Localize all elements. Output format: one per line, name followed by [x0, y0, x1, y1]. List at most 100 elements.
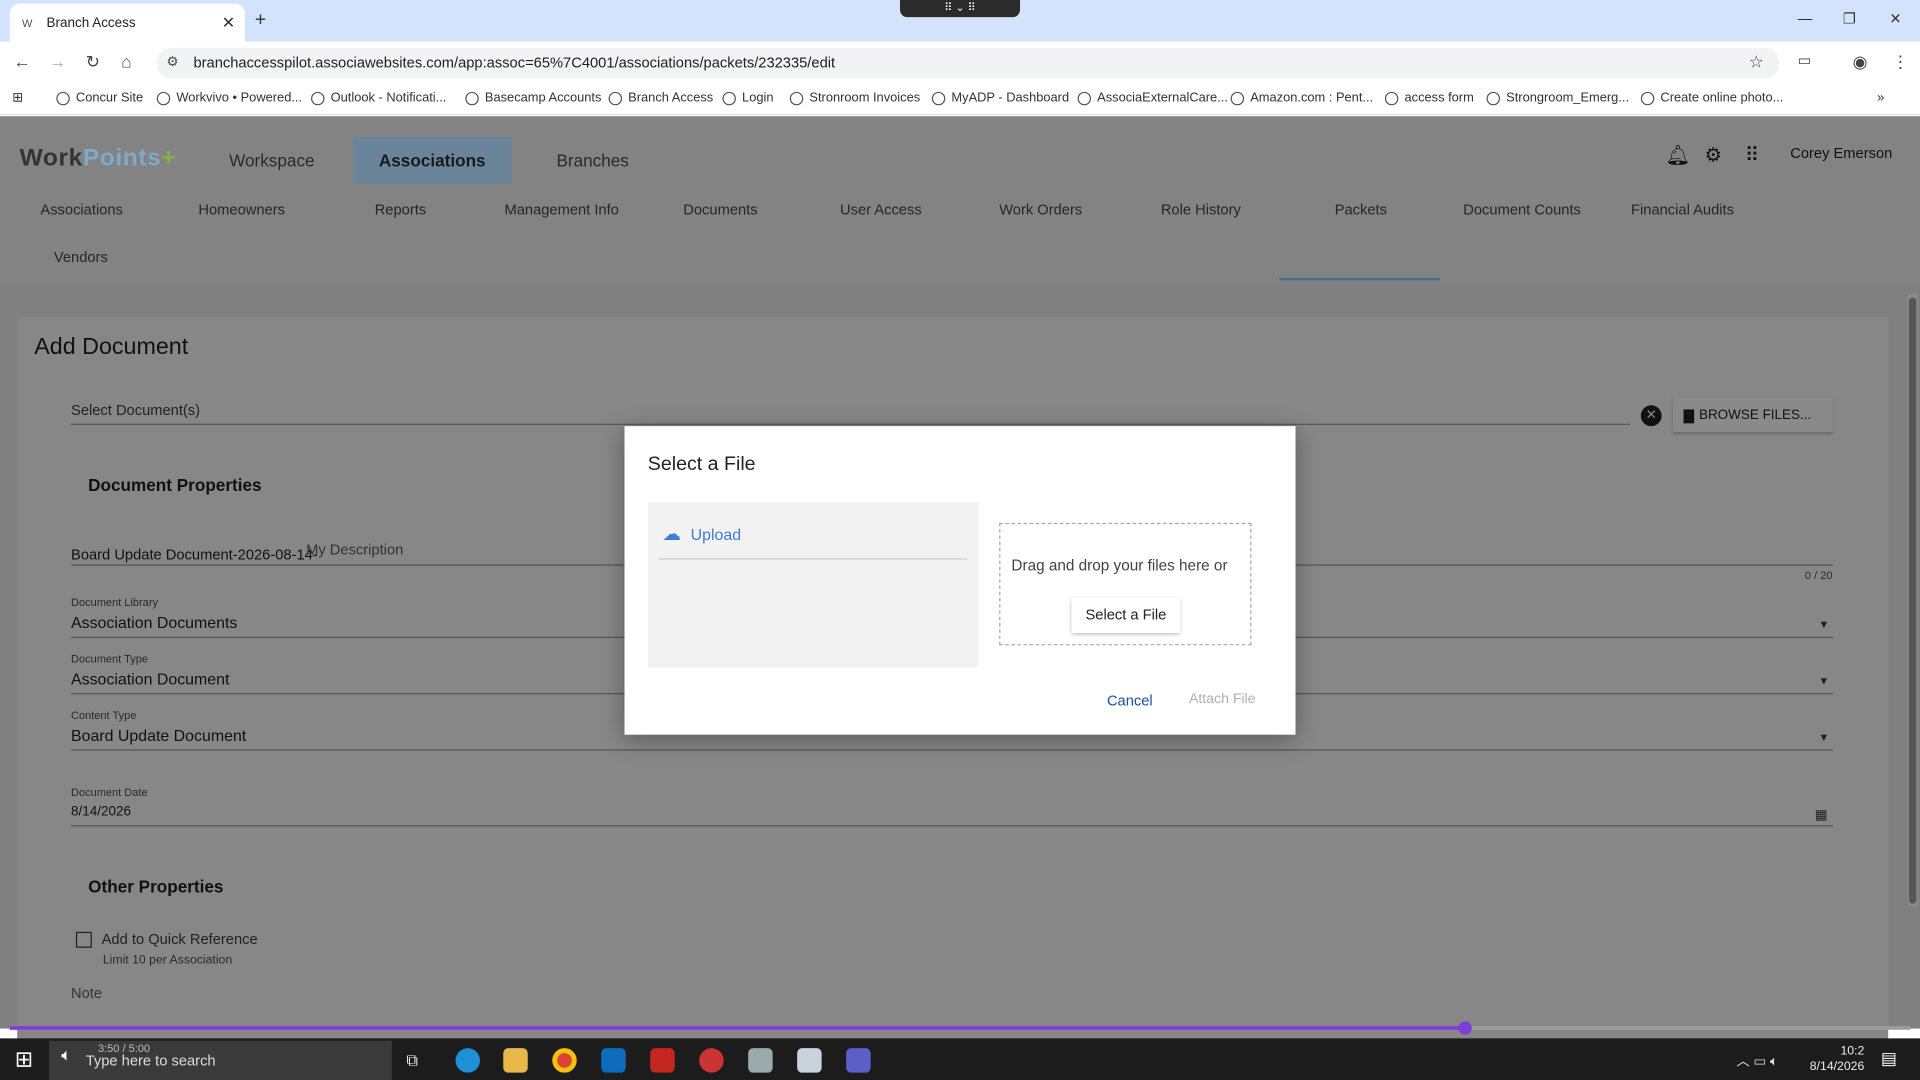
forward-icon[interactable]: → [49, 51, 66, 71]
cancel-button[interactable]: Cancel [1107, 692, 1153, 709]
document-type-select[interactable]: Association Document [71, 670, 229, 688]
bookmark-item[interactable]: Concur Site [56, 91, 143, 105]
chrome-icon[interactable] [552, 1048, 577, 1073]
content-type-select[interactable]: Board Update Document [71, 726, 246, 744]
select-documents-field[interactable]: Select Document(s) [71, 402, 200, 419]
dialog-title: Select a File [647, 454, 756, 476]
bookmark-item[interactable]: Create online photo... [1640, 91, 1783, 105]
topnav-workspace[interactable]: Workspace [208, 137, 335, 184]
bookmark-item[interactable]: Branch Access [608, 91, 713, 105]
bookmark-star-icon[interactable]: ☆ [1749, 51, 1764, 72]
browse-files-button[interactable]: ▇ BROWSE FILES... [1672, 397, 1834, 433]
restore-icon[interactable]: ❐ [1843, 10, 1856, 27]
url-text: branchaccesspilot.associawebsites.com/ap… [193, 53, 836, 72]
clock[interactable]: 10:2 8/14/2026 [1810, 1043, 1864, 1075]
pdf-icon[interactable] [650, 1048, 675, 1073]
subnav-associations[interactable]: Associations [40, 201, 123, 218]
bookmark-item[interactable]: Workvivo • Powered... [156, 91, 302, 105]
file-explorer-icon[interactable] [503, 1048, 528, 1073]
bookmark-item[interactable]: access form [1384, 91, 1474, 105]
subnav-packets[interactable]: Packets [1335, 201, 1387, 218]
dropdown-arrow-icon[interactable]: ▼ [1818, 675, 1829, 687]
document-type-label: Document Type [71, 652, 149, 665]
edge-icon[interactable] [455, 1048, 481, 1073]
subnav-financial-audits[interactable]: Financial Audits [1631, 201, 1734, 218]
other-properties-heading: Other Properties [88, 876, 224, 897]
quick-reference-label: Add to Quick Reference [101, 930, 258, 948]
notepad-icon[interactable] [797, 1048, 822, 1073]
subnav-reports[interactable]: Reports [375, 201, 426, 218]
back-icon[interactable]: ← [13, 51, 30, 71]
note-field[interactable]: Note [71, 984, 102, 1001]
topnav-associations[interactable]: Associations [352, 137, 512, 184]
bookmark-item[interactable]: AssociaExternalCare... [1077, 91, 1228, 105]
active-tab-underline [1279, 277, 1441, 281]
more-bookmarks-icon[interactable]: » [1877, 91, 1884, 106]
subnav-vendors[interactable]: Vendors [54, 249, 108, 266]
attach-file-button[interactable]: Attach File [1189, 692, 1256, 707]
subnav-user-access[interactable]: User Access [840, 201, 922, 218]
apps-icon[interactable]: ⠿ [1745, 143, 1759, 167]
subnav-work-orders[interactable]: Work Orders [999, 201, 1082, 218]
tray-icons[interactable]: ︿ ▭ 🔈︎ [1736, 1051, 1778, 1071]
subnav-management-info[interactable]: Management Info [504, 201, 618, 218]
windows-start-icon[interactable]: ⊞ [15, 1047, 33, 1073]
folder-icon: ▇ [1683, 408, 1695, 424]
user-name[interactable]: Corey Emerson [1790, 144, 1892, 161]
select-file-button[interactable]: Select a File [1071, 597, 1181, 634]
browser-tab[interactable]: W Branch Access ✕ [9, 3, 245, 42]
field-underline [71, 825, 1834, 827]
screen-share-control[interactable]: ⠿ ⌄ ⠿ [900, 0, 1021, 18]
description-input[interactable]: My Description [306, 541, 403, 558]
calendar-icon[interactable]: ▦ [1815, 807, 1828, 823]
bookmark-item[interactable]: Stronroom Invoices [789, 91, 920, 105]
close-tab-icon[interactable]: ✕ [222, 13, 235, 33]
bookmark-item[interactable]: Strongroom_Emerg... [1486, 91, 1629, 105]
field-underline [71, 423, 1630, 425]
close-window-icon[interactable]: ✕ [1889, 10, 1901, 27]
bell-icon[interactable]: 🔔︎ [1665, 143, 1690, 167]
workpoints-logo[interactable]: WorkPoints+ [20, 144, 177, 172]
topnav-branches[interactable]: Branches [529, 137, 656, 184]
dropdown-arrow-icon[interactable]: ▼ [1818, 618, 1829, 630]
teams-icon[interactable] [846, 1048, 871, 1073]
volume-icon[interactable]: 🔈︎ [61, 1044, 71, 1065]
cast-icon[interactable]: ▭ [1798, 51, 1812, 68]
subnav-homeowners[interactable]: Homeowners [198, 201, 285, 218]
tab-title: Branch Access [46, 15, 136, 31]
dropdown-arrow-icon[interactable]: ▼ [1818, 731, 1829, 743]
new-tab-icon[interactable]: + [255, 10, 266, 32]
document-library-select[interactable]: Association Documents [71, 613, 237, 631]
video-time: 3:50 / 5:00 [97, 1042, 151, 1055]
bookmark-item[interactable]: Outlook - Notificati... [311, 91, 446, 105]
scrollbar-thumb[interactable] [1908, 297, 1917, 904]
clear-icon[interactable]: ✕ [1640, 405, 1662, 427]
home-icon[interactable]: ⌂ [121, 51, 131, 71]
notifications-icon[interactable]: ▤ [1881, 1048, 1897, 1069]
menu-icon[interactable]: ⋮ [1892, 51, 1909, 72]
document-name-prefix: Board Update Document-2026-08-14- [71, 546, 318, 564]
bookmark-item[interactable]: Basecamp Accounts [465, 91, 601, 105]
app-icon[interactable] [748, 1048, 773, 1073]
page-title: Add Document [34, 334, 189, 361]
bookmark-item[interactable]: MyADP - Dashboard [931, 91, 1069, 105]
content-type-label: Content Type [71, 708, 137, 722]
reload-icon[interactable]: ↻ [86, 51, 100, 72]
bookmark-item[interactable]: Amazon.com : Pent... [1230, 91, 1373, 105]
task-view-icon[interactable]: ⧉ [407, 1051, 418, 1071]
site-info-icon[interactable]: ⚙ [167, 54, 179, 70]
outlook-icon[interactable] [601, 1048, 626, 1073]
subnav-documents[interactable]: Documents [683, 201, 757, 218]
gear-icon[interactable]: ⚙ [1705, 143, 1723, 167]
app-icon[interactable] [699, 1048, 724, 1073]
profile-icon[interactable]: ◉ [1853, 51, 1868, 72]
document-library-label: Document Library [71, 596, 158, 609]
quick-reference-checkbox[interactable] [75, 931, 92, 948]
bookmark-item[interactable]: Login [722, 91, 774, 105]
minimize-icon[interactable]: — [1798, 10, 1813, 27]
subnav-role-history[interactable]: Role History [1161, 201, 1241, 218]
document-date-input[interactable]: 8/14/2026 [71, 804, 131, 819]
apps-grid-icon[interactable]: ⊞ [12, 91, 23, 106]
upload-option[interactable]: ☁ Upload [662, 523, 741, 545]
subnav-document-counts[interactable]: Document Counts [1463, 201, 1581, 218]
